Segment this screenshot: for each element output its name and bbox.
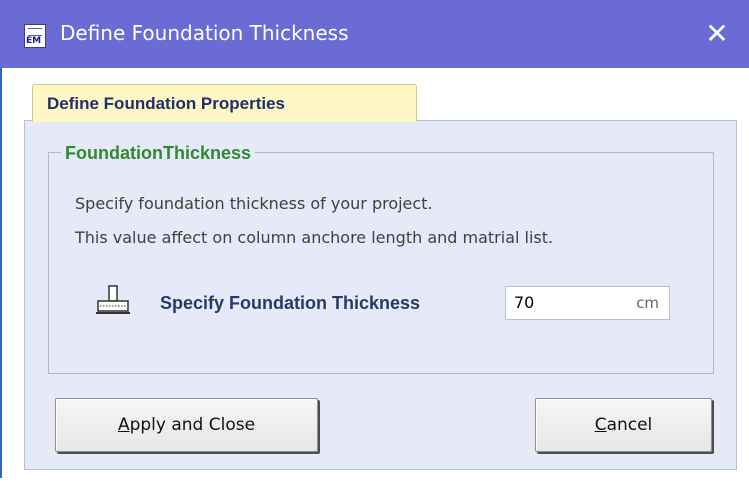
window-title: Define Foundation Thickness — [60, 21, 349, 45]
unit-label: cm — [636, 294, 659, 312]
window-left-border — [0, 68, 2, 478]
cancel-mnemonic: C — [594, 415, 607, 435]
apply-mnemonic: A — [117, 415, 130, 435]
cancel-button[interactable]: Cancel — [535, 398, 712, 452]
tab-define-foundation-properties[interactable]: Define Foundation Properties — [32, 84, 417, 122]
apply-label-rest: pply and Close — [129, 415, 256, 435]
title-bar: EM Define Foundation Thickness ✕ — [0, 0, 749, 68]
foundation-thickness-label: Specify Foundation Thickness — [160, 293, 421, 313]
tab-label: Define Foundation Properties — [47, 94, 286, 113]
input-value: 70 — [514, 293, 535, 312]
close-icon: ✕ — [705, 17, 729, 50]
description-line-1: Specify foundation thickness of your pro… — [75, 194, 433, 213]
foundation-thickness-input[interactable]: 70 cm — [505, 286, 670, 320]
foundation-icon — [96, 285, 130, 314]
app-icon: EM — [24, 24, 46, 48]
cancel-label-rest: ancel — [606, 415, 653, 435]
description-line-2: This value affect on column anchore leng… — [75, 228, 554, 247]
close-button[interactable]: ✕ — [685, 0, 749, 68]
foundation-thickness-group — [48, 152, 714, 374]
apply-and-close-button[interactable]: Apply and Close — [55, 398, 318, 452]
group-title: FoundationThickness — [61, 143, 256, 164]
